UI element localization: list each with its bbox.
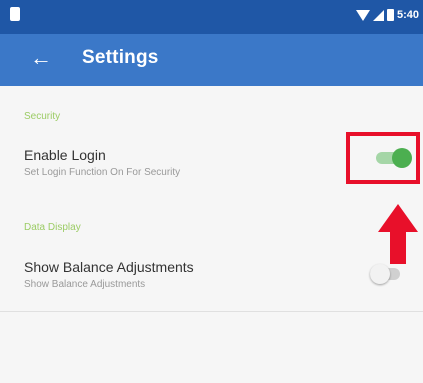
setting-title: Show Balance Adjustments (24, 259, 194, 275)
setting-subtitle: Set Login Function On For Security (24, 167, 181, 178)
battery-icon (386, 9, 394, 21)
status-bar: 5:40 (0, 0, 423, 34)
section-header-data-display: Data Display (24, 222, 81, 233)
highlight-box (346, 132, 420, 184)
signal-icon (372, 9, 384, 21)
app-bar: ← Settings (0, 34, 423, 86)
wifi-icon (355, 9, 370, 21)
setting-subtitle: Show Balance Adjustments (24, 279, 146, 290)
sim-card-icon (10, 7, 20, 21)
page-title: Settings (82, 47, 159, 68)
up-arrow-icon (378, 204, 418, 264)
status-icons: 5:40 (355, 7, 419, 23)
setting-title: Enable Login (24, 147, 106, 163)
setting-row-show-balance-adjustments[interactable]: Show Balance Adjustments Show Balance Ad… (0, 254, 423, 299)
section-header-security: Security (24, 111, 61, 122)
divider (0, 311, 423, 312)
status-time: 5:40 (396, 9, 419, 21)
back-arrow-icon[interactable]: ← (30, 44, 52, 72)
